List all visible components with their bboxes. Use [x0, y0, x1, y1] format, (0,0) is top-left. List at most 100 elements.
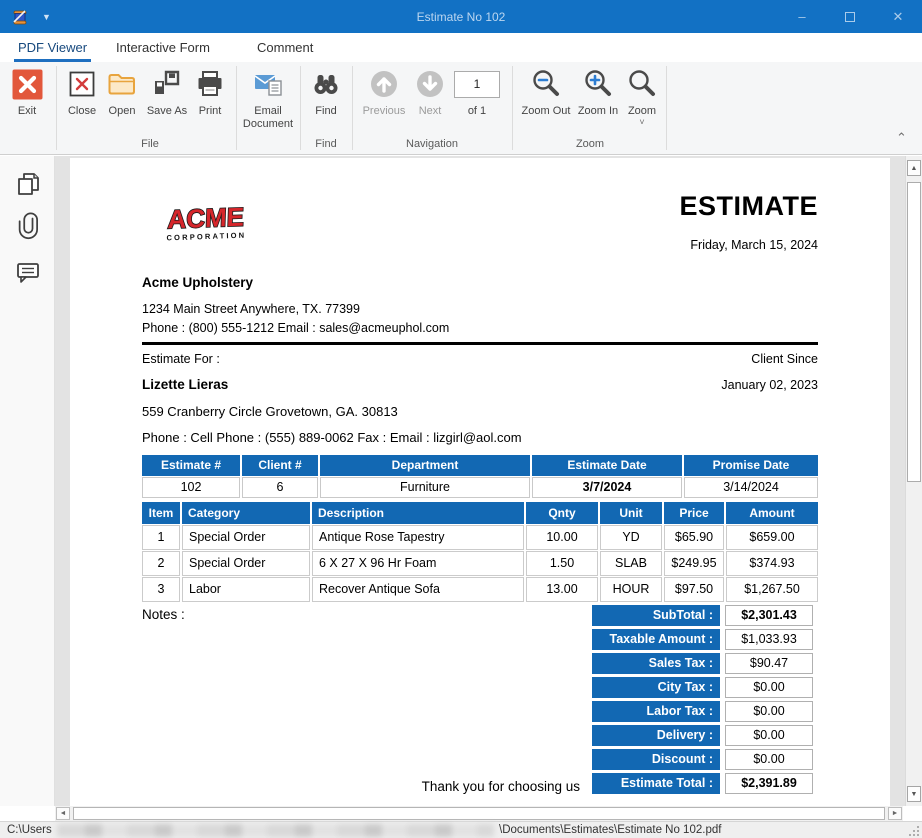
resize-grip[interactable]	[909, 826, 919, 836]
pdf-page: ACME CORPORATION ESTIMATE Friday, March …	[70, 158, 890, 806]
zoom-in-button[interactable]: Zoom In	[574, 67, 622, 118]
vertical-scroll-thumb[interactable]	[907, 182, 921, 482]
totals-table: SubTotal : $2,301.43 Taxable Amount : $1…	[592, 605, 818, 797]
total-row: SubTotal : $2,301.43	[592, 605, 818, 626]
scroll-down-button[interactable]: ▼	[907, 786, 921, 802]
estimate-number: 102	[142, 477, 240, 498]
line-items-table: Item Category Description Qnty Unit Pric…	[142, 502, 818, 602]
zoom-in-icon	[574, 67, 622, 101]
column-header: Description	[312, 502, 524, 524]
page-count-label: of 1	[452, 105, 502, 118]
print-icon	[190, 67, 230, 101]
estimate-heading: ESTIMATE	[680, 191, 819, 222]
total-row: Delivery : $0.00	[592, 725, 818, 746]
zoom-icon	[622, 67, 662, 101]
group-label-zoom: Zoom	[516, 138, 664, 150]
scroll-up-button[interactable]: ▲	[907, 160, 921, 176]
file-path-prefix: C:\Users	[7, 824, 52, 836]
total-row: Discount : $0.00	[592, 749, 818, 770]
city-tax-value: $0.00	[725, 677, 813, 698]
chevron-down-icon: ˅	[622, 118, 662, 126]
department: Furniture	[320, 477, 530, 498]
tab-interactive-form[interactable]: Interactive Form	[112, 33, 214, 62]
exit-button[interactable]: Exit	[4, 67, 50, 118]
scroll-left-button[interactable]: ◄	[56, 807, 70, 820]
find-button[interactable]: Find	[304, 67, 348, 118]
page-thumbnails-icon[interactable]	[14, 170, 42, 198]
column-header: Promise Date	[684, 455, 818, 476]
minimize-button[interactable]: –	[778, 0, 826, 33]
app-window: ▼ Estimate No 102 – ✕ PDF Viewer Interac…	[0, 0, 922, 838]
column-header: Estimate Date	[532, 455, 682, 476]
client-contact: Phone : Cell Phone : (555) 889-0062 Fax …	[142, 430, 522, 445]
scroll-right-button[interactable]: ►	[888, 807, 902, 820]
horizontal-scroll-thumb[interactable]	[73, 807, 885, 820]
column-header: Category	[182, 502, 310, 524]
estimate-info-table: Estimate # Client # Department Estimate …	[142, 455, 818, 498]
zoom-dropdown-button[interactable]: Zoom ˅	[622, 67, 662, 126]
sales-tax-value: $90.47	[725, 653, 813, 674]
column-header: Price	[664, 502, 724, 524]
page-number-input[interactable]	[454, 71, 500, 98]
group-label-find: Find	[302, 138, 350, 150]
table-row: 1 Special Order Antique Rose Tapestry 10…	[142, 525, 818, 550]
email-document-icon	[240, 67, 296, 101]
tab-pdf-viewer[interactable]: PDF Viewer	[14, 33, 91, 62]
estimate-total-value: $2,391.89	[725, 773, 813, 794]
estimate-for-label: Estimate For :	[142, 352, 220, 366]
client-since-label: Client Since	[751, 352, 818, 366]
column-header: Client #	[242, 455, 318, 476]
separator	[352, 66, 353, 150]
client-name: Lizette Lieras	[142, 377, 228, 392]
table-row: 2 Special Order 6 X 27 X 96 Hr Foam 1.50…	[142, 551, 818, 576]
labor-tax-value: $0.00	[725, 701, 813, 722]
zoom-out-icon	[518, 67, 574, 101]
maximize-icon	[845, 12, 855, 22]
next-icon	[410, 67, 450, 101]
navigation-pane	[0, 156, 55, 806]
delivery-value: $0.00	[725, 725, 813, 746]
separator	[300, 66, 301, 150]
print-button[interactable]: Print	[190, 67, 230, 118]
tab-comment[interactable]: Comment	[253, 33, 317, 62]
previous-icon	[358, 67, 410, 101]
close-window-button[interactable]: ✕	[874, 0, 922, 33]
document-area: ACME CORPORATION ESTIMATE Friday, March …	[0, 156, 922, 806]
promise-date: 3/14/2024	[684, 477, 818, 498]
vertical-scrollbar[interactable]: ▲ ▼	[905, 156, 922, 806]
table-row: 3 Labor Recover Antique Sofa 13.00 HOUR …	[142, 577, 818, 602]
discount-value: $0.00	[725, 749, 813, 770]
comments-icon[interactable]	[14, 258, 42, 286]
ribbon-tab-bar: PDF Viewer Interactive Form Comment	[0, 33, 922, 62]
ribbon-toolbar: Exit Close Open	[0, 62, 922, 155]
save-as-button[interactable]: Save As	[142, 67, 192, 118]
column-header: Unit	[600, 502, 662, 524]
company-name: Acme Upholstery	[142, 275, 253, 290]
separator	[666, 66, 667, 150]
maximize-button[interactable]	[826, 0, 874, 33]
attachments-icon[interactable]	[14, 212, 42, 240]
client-number: 6	[242, 477, 318, 498]
column-header: Item	[142, 502, 180, 524]
notes-label: Notes :	[142, 607, 185, 622]
title-bar: ▼ Estimate No 102 – ✕	[0, 0, 922, 33]
page-number-group: of 1	[452, 67, 502, 118]
open-button[interactable]: Open	[102, 67, 142, 118]
previous-page-button[interactable]: Previous	[358, 67, 410, 118]
next-page-button[interactable]: Next	[410, 67, 450, 118]
zoom-out-button[interactable]: Zoom Out	[518, 67, 574, 118]
divider-rule	[142, 342, 818, 345]
group-label-file: File	[0, 138, 300, 150]
total-row: Labor Tax : $0.00	[592, 701, 818, 722]
horizontal-scrollbar[interactable]: ◄ ►	[55, 806, 903, 821]
column-header: Qnty	[526, 502, 598, 524]
estimate-date-long: Friday, March 15, 2024	[690, 238, 818, 252]
email-document-button[interactable]: EmailDocument	[240, 67, 296, 131]
client-since-date: January 02, 2023	[721, 378, 818, 392]
collapse-ribbon-icon[interactable]: ⌃	[896, 130, 907, 146]
total-row: Estimate Total : $2,391.89	[592, 773, 818, 794]
company-address: 1234 Main Street Anywhere, TX. 77399	[142, 302, 360, 316]
redacted-path-segment	[57, 824, 494, 837]
total-row: Taxable Amount : $1,033.93	[592, 629, 818, 650]
close-document-button[interactable]: Close	[60, 67, 104, 118]
